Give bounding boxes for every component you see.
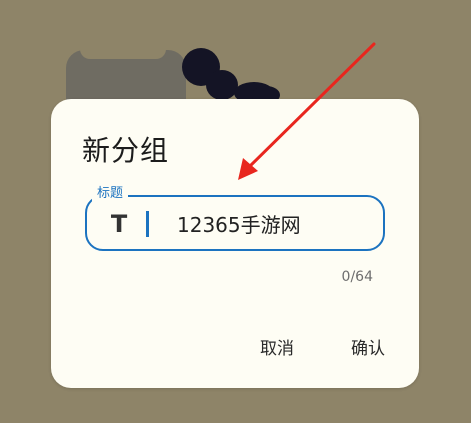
dialog-title: 新分组 (82, 134, 170, 167)
cancel-button[interactable]: 取消 (260, 338, 294, 360)
title-field-label: 标题 (92, 186, 129, 202)
new-group-dialog: 新分组 标题 T 12365手游网 0/64 取消 确认 (51, 99, 419, 388)
text-format-icon: T (110, 210, 128, 238)
background-phone-notch (80, 49, 166, 59)
title-input-value[interactable]: 12365手游网 (177, 213, 301, 237)
text-cursor (146, 211, 149, 237)
confirm-button[interactable]: 确认 (351, 338, 385, 360)
background-blob (206, 70, 238, 100)
character-counter: 0/64 (341, 269, 373, 285)
